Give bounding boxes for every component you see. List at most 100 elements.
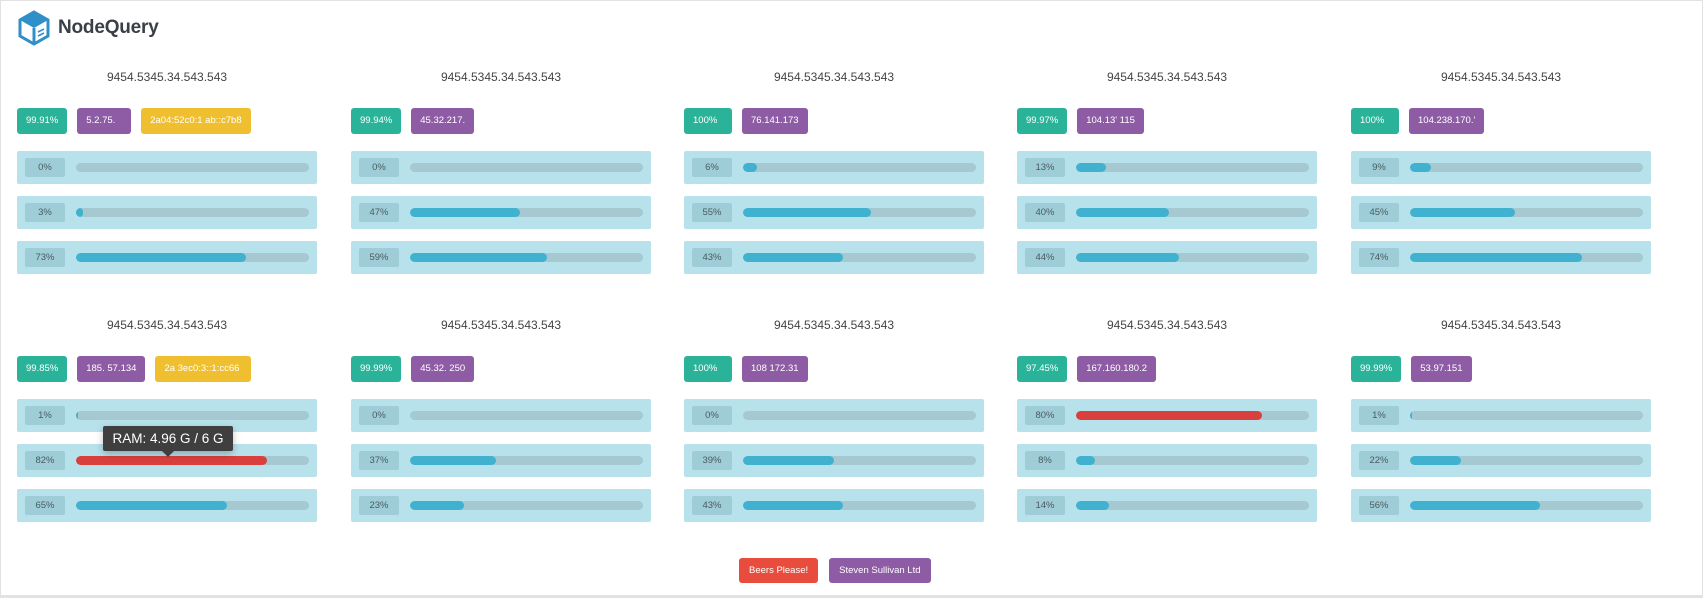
usage-percent-label: 55% [692,203,732,222]
ipv6-badge: 2a 3ec0:3::1:cc66 [155,356,252,382]
progress-fill [410,456,497,465]
server-badges: 99.97% 104.13' 115 [1017,108,1154,134]
cpu-usage-bar[interactable]: 9% [1351,151,1651,184]
server-title: 9454.5345.34.543.543 [1440,70,1562,84]
progress-fill [1410,456,1462,465]
progress-track [743,411,976,420]
ram-usage-bar[interactable]: 39% [684,444,984,477]
server-badges: 99.85% 185. 57.134 2a 3ec0:3::1:cc66 [17,356,261,382]
ram-usage-bar[interactable]: 55% [684,196,984,229]
uptime-badge: 99.99% [351,356,402,382]
disk-usage-bar[interactable]: 56% [1351,489,1651,522]
usage-percent-label: 1% [1359,406,1399,425]
cpu-usage-bar[interactable]: 1% [1351,399,1651,432]
footer: Beers Please! Steven Sullivan Ltd [739,558,942,583]
ram-usage-bar[interactable]: 3% [17,196,317,229]
progress-track [1076,501,1309,510]
disk-usage-bar[interactable]: 73% [17,241,317,274]
uptime-badge: 99.94% [351,108,402,134]
server-badges: 99.94% 45.32.217. [351,108,484,134]
progress-fill [1076,501,1109,510]
donate-button[interactable]: Beers Please! [739,558,819,583]
server-title: 9454.5345.34.543.543 [1106,318,1228,332]
cpu-usage-bar[interactable]: 0% [351,151,651,184]
progress-fill [76,208,83,217]
disk-usage-bar[interactable]: 43% [684,489,984,522]
server-title: 9454.5345.34.543.543 [1440,318,1562,332]
usage-percent-label: 80% [1025,406,1065,425]
usage-percent-label: 0% [692,406,732,425]
server-badges: 99.91% 5.2.75. 2a04:52c0:1 ab::c7b8 [17,108,261,134]
progress-track [76,208,309,217]
progress-fill [1410,501,1541,510]
usage-percent-label: 23% [359,496,399,515]
usage-percent-label: 44% [1025,248,1065,267]
disk-usage-bar[interactable]: 44% [1017,241,1317,274]
progress-fill [76,501,228,510]
cpu-usage-bar[interactable]: 13% [1017,151,1317,184]
progress-track [76,456,309,465]
progress-track [1410,501,1643,510]
ram-tooltip: RAM: 4.96 G / 6 G [103,426,233,457]
progress-track [1410,253,1643,262]
progress-track [743,456,976,465]
uptime-badge: 99.99% [1351,356,1402,382]
cpu-usage-bar[interactable]: 0% [17,151,317,184]
server-title: 9454.5345.34.543.543 [106,70,228,84]
progress-track [76,253,309,262]
cpu-usage-bar[interactable]: 0% [351,399,651,432]
app-name: NodeQuery [58,17,159,38]
usage-percent-label: 14% [1025,496,1065,515]
ipv4-badge: 5.2.75. [77,108,132,134]
ram-usage-bar[interactable]: 8% [1017,444,1317,477]
cpu-usage-bar[interactable]: 0% [684,399,984,432]
ram-usage-bar[interactable]: 22% [1351,444,1651,477]
usage-percent-label: 0% [359,406,399,425]
ipv4-badge: 104.13' 115 [1077,108,1144,134]
disk-usage-bar[interactable]: 59% [351,241,651,274]
progress-fill [1410,411,1413,420]
disk-usage-bar[interactable]: 23% [351,489,651,522]
ipv4-badge: 76.141.173 [742,108,808,134]
uptime-badge: 99.91% [17,108,68,134]
disk-usage-bar[interactable]: 74% [1351,241,1651,274]
progress-track [1410,456,1643,465]
usage-percent-label: 59% [359,248,399,267]
ram-usage-bar[interactable]: 47% [351,196,651,229]
progress-fill [1076,411,1263,420]
progress-fill [1410,208,1515,217]
logo[interactable]: NodeQuery [17,10,159,46]
cpu-usage-bar[interactable]: 6% [684,151,984,184]
progress-track [1076,411,1309,420]
server-badges: 100% 104.238.170.' [1351,108,1494,134]
ipv4-badge: 167.160.180.2 [1077,356,1156,382]
ram-usage-bar[interactable]: 37% [351,444,651,477]
progress-track [1076,456,1309,465]
uptime-badge: 99.97% [1017,108,1068,134]
usage-percent-label: 6% [692,158,732,177]
server-title: 9454.5345.34.543.543 [440,70,562,84]
server-badges: 99.99% 45.32. 250 [351,356,484,382]
progress-fill [1076,163,1107,172]
progress-track [410,208,643,217]
server-badges: 99.99% 53.97.151 [1351,356,1482,382]
usage-percent-label: 9% [1359,158,1399,177]
usage-percent-label: 1% [25,406,65,425]
disk-usage-bar[interactable]: 43% [684,241,984,274]
company-link[interactable]: Steven Sullivan Ltd [829,558,931,583]
cube-logo-icon [18,10,50,46]
usage-percent-label: 13% [1025,158,1065,177]
usage-percent-label: 0% [359,158,399,177]
server-title: 9454.5345.34.543.543 [106,318,228,332]
cpu-usage-bar[interactable]: 80% [1017,399,1317,432]
ram-usage-bar[interactable]: 45% [1351,196,1651,229]
uptime-badge: 100% [1351,108,1399,134]
usage-percent-label: 43% [692,496,732,515]
progress-track [410,456,643,465]
disk-usage-bar[interactable]: 65% [17,489,317,522]
disk-usage-bar[interactable]: 14% [1017,489,1317,522]
progress-fill [1076,253,1179,262]
usage-percent-label: 37% [359,451,399,470]
ram-usage-bar[interactable]: 40% [1017,196,1317,229]
progress-track [410,163,643,172]
